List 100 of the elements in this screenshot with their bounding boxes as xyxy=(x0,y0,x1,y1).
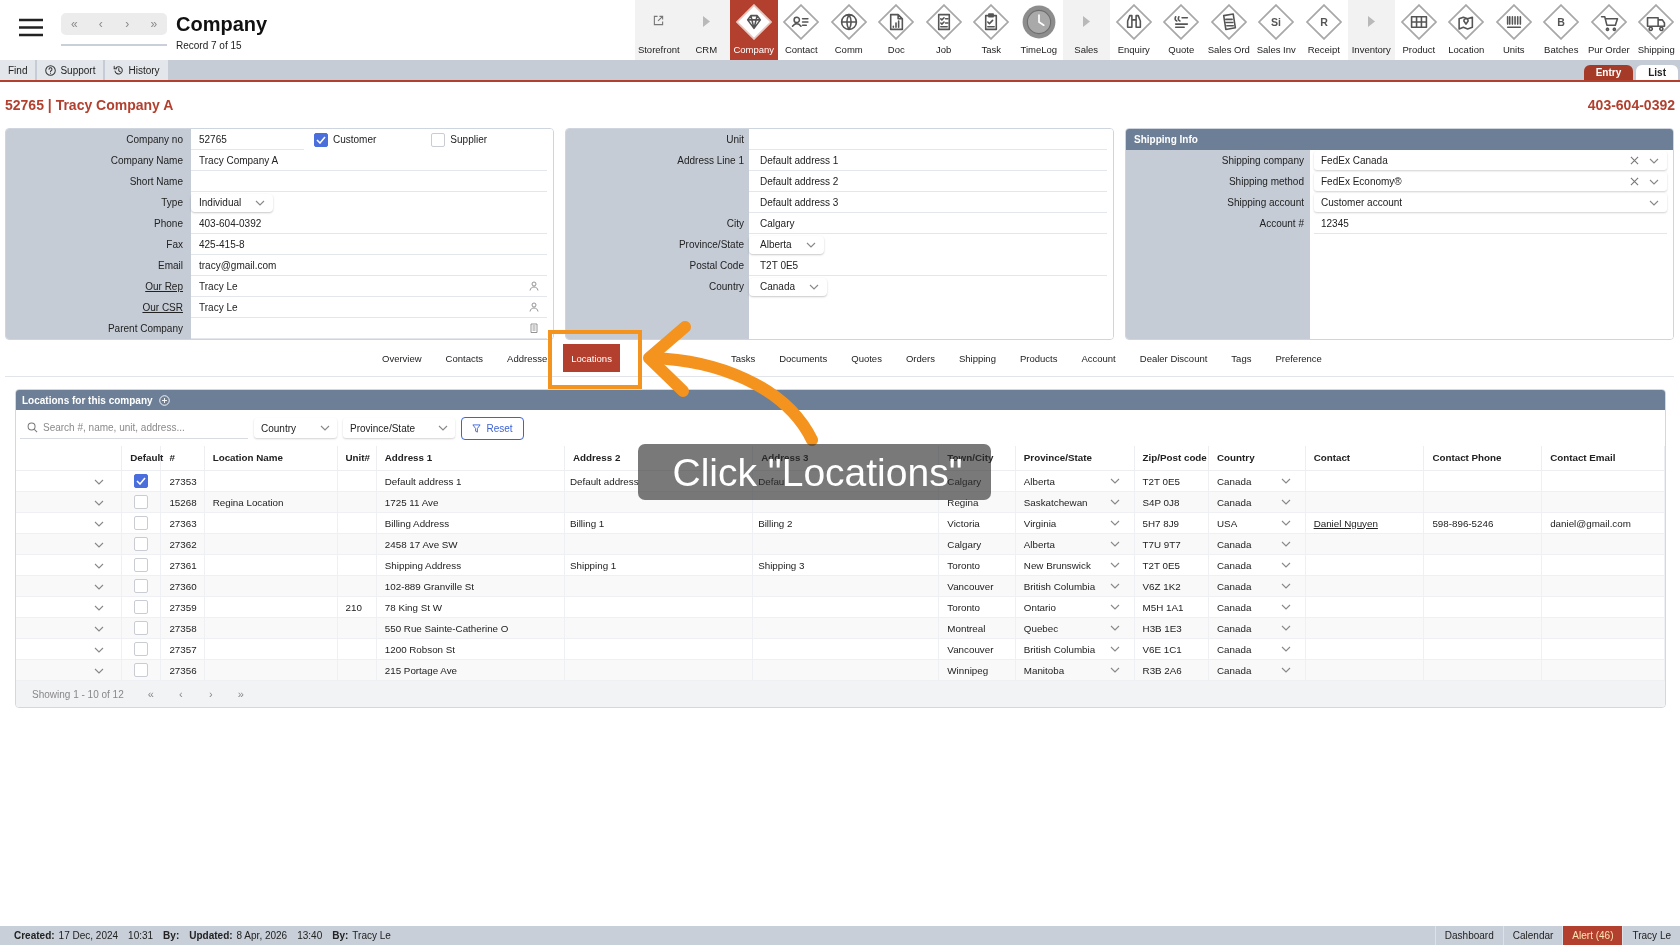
checkbox[interactable] xyxy=(314,132,328,147)
checkbox[interactable] xyxy=(134,474,149,488)
text-field[interactable]: Calgary xyxy=(749,213,1107,234)
chevron-down-icon[interactable] xyxy=(1109,562,1120,568)
field-label: Phone xyxy=(154,218,183,229)
chevron-down-icon[interactable] xyxy=(1109,646,1120,652)
section-tab[interactable]: Preference xyxy=(1267,344,1330,372)
chevron-down-icon[interactable] xyxy=(1109,478,1120,484)
text-field[interactable]: Default address 1 xyxy=(749,150,1107,171)
expand-chevron-icon[interactable] xyxy=(94,541,105,548)
text-field[interactable]: 52765 xyxy=(191,129,304,150)
chevron-down-icon[interactable] xyxy=(1280,520,1291,526)
chevron-down-icon[interactable] xyxy=(1280,625,1291,631)
module-tab[interactable]: Sales xyxy=(1062,0,1110,60)
expand-chevron-icon[interactable] xyxy=(94,520,105,527)
label-link[interactable]: Our CSR xyxy=(142,302,183,313)
chevron-down-icon[interactable] xyxy=(1280,604,1291,610)
section-tab[interactable]: Orders xyxy=(897,344,943,372)
search-field[interactable]: Search #, name, unit, address... xyxy=(20,417,248,439)
expand-chevron-icon[interactable] xyxy=(94,562,105,569)
clear-icon[interactable] xyxy=(1630,177,1639,186)
section-tab[interactable]: Contacts xyxy=(437,344,492,372)
view-tab[interactable]: List xyxy=(1636,65,1678,80)
chevron-down-icon[interactable] xyxy=(1280,541,1291,547)
text-field[interactable]: Tracy Le xyxy=(191,276,547,297)
section-tab[interactable]: Locations xyxy=(563,344,620,372)
module-tab[interactable]: CRM xyxy=(682,0,730,60)
person-icon[interactable] xyxy=(529,302,539,312)
section-tab[interactable]: Account xyxy=(1073,344,1124,372)
text-field[interactable]: 12345 xyxy=(1314,213,1667,234)
module-tab[interactable]: Storefront xyxy=(635,0,683,60)
add-circle-icon[interactable] xyxy=(158,394,170,406)
section-tab[interactable]: Addresse xyxy=(499,344,556,372)
chevron-down-icon[interactable] xyxy=(1109,604,1120,610)
table-cell: Billing Address xyxy=(376,512,565,534)
table-cell: Shipping 1 xyxy=(564,554,753,576)
select-field[interactable]: FedEx Economy® xyxy=(1314,172,1667,191)
text-field[interactable]: Tracy Company A xyxy=(191,150,547,171)
expand-chevron-icon[interactable] xyxy=(94,499,105,506)
chevron-down-icon[interactable] xyxy=(1280,583,1291,589)
section-tab[interactable]: Tasks xyxy=(722,344,764,372)
text-field[interactable]: 403-604-0392 xyxy=(191,213,547,234)
chevron-down-icon[interactable] xyxy=(1109,541,1120,547)
clock-icon xyxy=(1020,4,1057,40)
section-tab[interactable]: Quotes xyxy=(843,344,890,372)
chevron-down-icon[interactable] xyxy=(1109,667,1120,673)
select-field[interactable]: Customer account xyxy=(1314,193,1667,212)
select-field[interactable]: Canada xyxy=(749,277,828,296)
toolbar-button[interactable]: History xyxy=(105,60,168,80)
chevron-down-icon[interactable] xyxy=(1109,499,1120,505)
status-bar-button[interactable]: Dashboard xyxy=(1434,926,1503,945)
text-field[interactable]: Default address 3 xyxy=(749,192,1107,213)
view-tab[interactable]: Entry xyxy=(1583,65,1634,80)
status-bar-button[interactable]: Alert (46) xyxy=(1562,926,1623,945)
filter-dropdown[interactable]: Country xyxy=(254,418,337,438)
section-tab[interactable]: Dealer Discount xyxy=(1131,344,1216,372)
section-tab[interactable]: Products xyxy=(1011,344,1066,372)
expand-chevron-icon[interactable] xyxy=(94,646,105,653)
text-field[interactable]: Tracy Le xyxy=(191,297,547,318)
chevron-down-icon[interactable] xyxy=(1280,646,1291,652)
chevron-down-icon[interactable] xyxy=(1280,562,1291,568)
filter-dropdown[interactable]: Province/State xyxy=(343,418,455,438)
chevron-down-icon[interactable] xyxy=(1280,667,1291,673)
expand-chevron-icon[interactable] xyxy=(94,604,105,611)
chevron-down-icon[interactable] xyxy=(1109,625,1120,631)
select-field[interactable]: FedEx Canada xyxy=(1314,151,1667,170)
table-cell: Default address 1 xyxy=(376,470,565,492)
toolbar-button[interactable]: Find xyxy=(0,60,36,80)
document-icon[interactable] xyxy=(529,323,539,333)
expand-chevron-icon[interactable] xyxy=(94,625,105,632)
section-tab[interactable]: Documents xyxy=(771,344,836,372)
person-icon[interactable] xyxy=(529,281,539,291)
select-field[interactable]: Alberta xyxy=(749,235,824,254)
chevron-down-icon[interactable] xyxy=(1280,499,1291,505)
expand-chevron-icon[interactable] xyxy=(94,478,105,485)
section-tab[interactable]: Shipping xyxy=(950,344,1004,372)
status-bar-button[interactable]: Tracy Le xyxy=(1622,926,1680,945)
toolbar-button[interactable]: Support xyxy=(37,60,104,80)
chevron-down-icon[interactable] xyxy=(1109,520,1120,526)
text-field[interactable]: 425-415-8 xyxy=(191,234,547,255)
chevron-down-icon[interactable] xyxy=(1649,157,1659,164)
expand-chevron-icon[interactable] xyxy=(94,667,105,674)
reset-button[interactable]: Reset xyxy=(461,416,524,440)
expand-chevron-icon[interactable] xyxy=(94,583,105,590)
module-tab[interactable]: Company xyxy=(730,0,778,60)
section-tab[interactable]: Tags xyxy=(1223,344,1260,372)
contact-link[interactable]: Daniel Nguyen xyxy=(1313,517,1378,529)
label-link[interactable]: Our Rep xyxy=(145,281,183,292)
chevron-down-icon[interactable] xyxy=(1109,583,1120,589)
module-tab[interactable]: Inventory xyxy=(1347,0,1395,60)
menu-icon[interactable] xyxy=(18,18,44,37)
section-tab[interactable]: Overview xyxy=(374,344,430,372)
chevron-down-icon[interactable] xyxy=(1649,199,1659,206)
text-field[interactable]: T2T 0E5 xyxy=(749,255,1107,276)
clear-icon[interactable] xyxy=(1630,156,1639,165)
text-field[interactable]: tracy@gmail.com xyxy=(191,255,547,276)
text-field[interactable]: Default address 2 xyxy=(749,171,1107,192)
chevron-down-icon[interactable] xyxy=(1280,478,1291,484)
select-field[interactable]: Individual xyxy=(191,193,274,212)
chevron-down-icon[interactable] xyxy=(1649,178,1659,185)
